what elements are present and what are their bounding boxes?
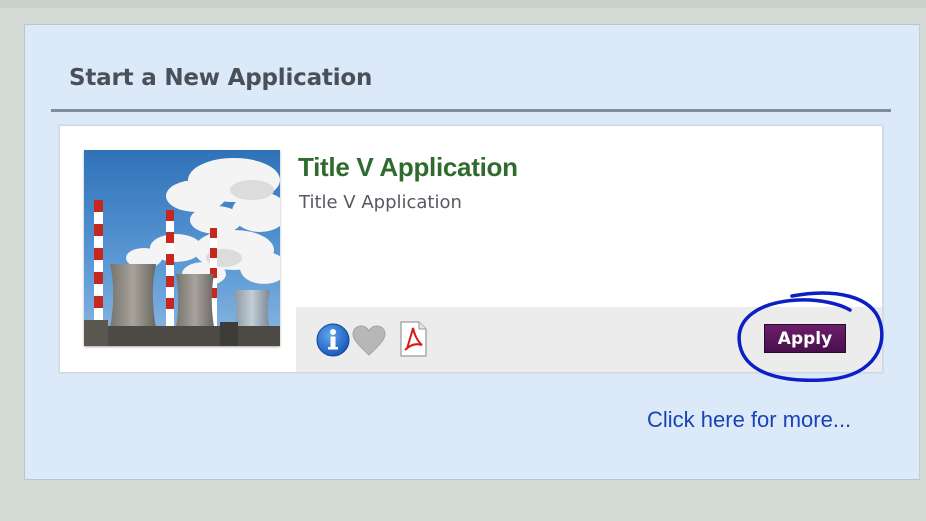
info-icon[interactable] (316, 323, 350, 357)
panel-title: Start a New Application (69, 65, 373, 91)
application-title[interactable]: Title V Application (298, 152, 518, 183)
title-divider (51, 109, 891, 112)
card-action-bar: Apply (296, 307, 882, 372)
apply-button[interactable]: Apply (764, 324, 846, 353)
new-application-panel: Start a New Application Title V Applicat… (24, 24, 920, 480)
more-applications-link[interactable]: Click here for more... (647, 407, 851, 433)
application-card: Title V Application Title V Application (59, 125, 883, 373)
application-thumbnail (84, 150, 280, 346)
top-strip (0, 0, 926, 8)
application-subtitle: Title V Application (299, 192, 462, 213)
pdf-icon[interactable] (398, 321, 428, 357)
heart-icon[interactable] (352, 325, 386, 357)
